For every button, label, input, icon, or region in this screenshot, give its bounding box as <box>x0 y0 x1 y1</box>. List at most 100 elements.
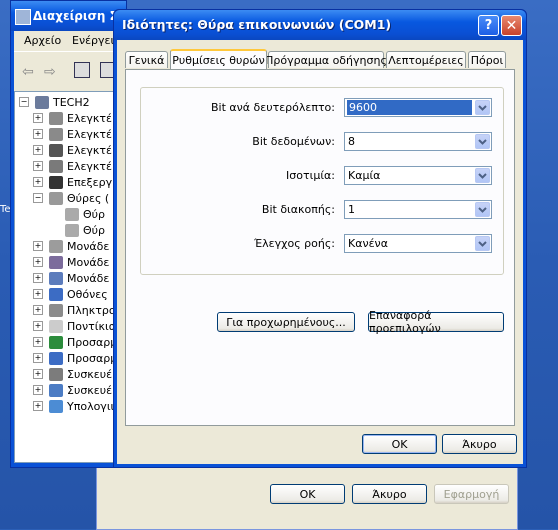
expand-icon[interactable]: + <box>33 353 43 363</box>
tab-details[interactable]: Λεπτομέρειες <box>386 51 466 68</box>
tab-port-settings[interactable]: Ρυθμίσεις θυρών <box>170 49 267 69</box>
device-manager-titlebar[interactable]: Διαχείριση Σ <box>11 1 126 31</box>
stop-bits-value: 1 <box>348 203 355 216</box>
forward-arrow-icon[interactable]: ⇨ <box>44 64 56 80</box>
tree-item-label: Υπολογιι <box>67 399 115 413</box>
back-arrow-icon[interactable]: ⇦ <box>22 64 34 80</box>
expand-icon[interactable]: + <box>33 305 43 315</box>
device-icon <box>35 95 49 109</box>
close-icon: ✕ <box>505 17 518 34</box>
tree-item[interactable]: + Ελεγκτέ <box>33 142 112 158</box>
device-icon <box>49 335 63 349</box>
expand-icon[interactable]: + <box>33 145 43 155</box>
data-bits-label: Bit δεδομένων: <box>252 135 335 148</box>
chevron-down-icon[interactable] <box>475 202 490 217</box>
device-icon <box>49 143 63 157</box>
computer-management-icon <box>15 9 31 25</box>
back-ok-button[interactable]: OK <box>270 484 345 504</box>
tree-item[interactable]: + Ελεγκτέ <box>33 110 112 126</box>
chevron-down-icon[interactable] <box>475 236 490 251</box>
expand-icon[interactable]: + <box>33 113 43 123</box>
tree-item[interactable]: Θύρ <box>51 222 105 238</box>
collapse-icon[interactable]: − <box>19 97 29 107</box>
device-icon <box>49 351 63 365</box>
device-icon <box>65 207 79 221</box>
device-icon <box>49 127 63 141</box>
tab-general[interactable]: Γενικά <box>125 51 168 68</box>
tree-item[interactable]: Θύρ <box>51 206 105 222</box>
flow-control-select[interactable]: Κανένα <box>344 234 492 253</box>
tree-item-label: Ελεγκτέ <box>67 127 112 141</box>
cancel-button[interactable]: Άκυρο <box>442 434 517 454</box>
tab-resources[interactable]: Πόροι <box>468 51 506 68</box>
bits-per-second-label: Bit ανά δευτερόλεπτο: <box>210 101 335 114</box>
flow-control-label: Έλεγχος ροής: <box>253 237 335 250</box>
expand-icon[interactable]: + <box>33 337 43 347</box>
device-icon <box>65 223 79 237</box>
console-tree-icon[interactable] <box>74 62 90 78</box>
device-icon <box>49 319 63 333</box>
tree-item[interactable]: + Μονάδε <box>33 238 109 254</box>
chevron-down-icon[interactable] <box>475 168 490 183</box>
desktop-icon-label[interactable]: Te <box>0 204 11 215</box>
close-button[interactable]: ✕ <box>501 15 522 36</box>
tree-item-label: TECH2 <box>53 95 90 109</box>
expand-icon[interactable]: + <box>33 369 43 379</box>
collapse-icon[interactable]: − <box>33 193 43 203</box>
expand-icon[interactable]: + <box>33 241 43 251</box>
expand-icon[interactable]: + <box>33 273 43 283</box>
chevron-down-icon[interactable] <box>475 134 490 149</box>
tree-item[interactable]: + Προσαρμ <box>33 334 117 350</box>
tree-item[interactable]: + Οθόνες <box>33 286 108 302</box>
tree-item-label: Πληκτρο <box>67 303 116 317</box>
tree-item[interactable]: + Συσκευέ <box>33 366 112 382</box>
expand-icon[interactable]: + <box>33 161 43 171</box>
menu-file[interactable]: Αρχείο <box>24 34 61 47</box>
tree-item-label: Προσαρμ <box>67 351 118 365</box>
tree-item-label: Συσκευέ <box>67 383 113 397</box>
tree-item[interactable]: + Συσκευέ <box>33 382 112 398</box>
tree-item[interactable]: + Μονάδε <box>33 254 109 270</box>
tree-item[interactable]: + Ποντίκια <box>33 318 116 334</box>
device-icon <box>49 367 63 381</box>
expand-icon[interactable]: + <box>33 401 43 411</box>
dialog-titlebar[interactable]: Ιδιότητες: Θύρα επικοινωνιών (COM1) ? ✕ <box>114 10 526 40</box>
back-cancel-button[interactable]: Άκυρο <box>352 484 427 504</box>
chevron-down-icon[interactable] <box>475 100 490 115</box>
expand-icon[interactable]: + <box>33 289 43 299</box>
restore-defaults-button[interactable]: Επαναφορά προεπιλογών <box>368 309 504 335</box>
port-properties-dialog: Ιδιότητες: Θύρα επικοινωνιών (COM1) ? ✕ … <box>113 9 527 468</box>
back-apply-button[interactable]: Εφαρμογή <box>434 484 509 504</box>
tree-item-label: Ποντίκια <box>67 319 116 333</box>
tree-item[interactable]: + Υπολογιι <box>33 398 114 414</box>
tree-item[interactable]: + Ελεγκτέ <box>33 126 112 142</box>
tree-item[interactable]: + Επεξεργ <box>33 174 112 190</box>
tree-item[interactable]: + Πληκτρο <box>33 302 116 318</box>
dialog-title: Ιδιότητες: Θύρα επικοινωνιών (COM1) <box>122 17 392 32</box>
parity-select[interactable]: Καμία <box>344 166 492 185</box>
tree-item[interactable]: − TECH2 <box>19 94 90 110</box>
expand-icon[interactable]: + <box>33 129 43 139</box>
help-button[interactable]: ? <box>478 15 499 36</box>
bits-per-second-select[interactable]: 9600 <box>344 98 492 117</box>
advanced-button[interactable]: Για προχωρημένους... <box>217 312 355 332</box>
stop-bits-select[interactable]: 1 <box>344 200 492 219</box>
expand-icon[interactable]: + <box>33 257 43 267</box>
ok-button[interactable]: OK <box>362 434 437 454</box>
device-icon <box>49 271 63 285</box>
settings-group: Bit ανά δευτερόλεπτο: 9600 Bit δεδομένων… <box>140 87 504 275</box>
expand-icon[interactable]: + <box>33 321 43 331</box>
tree-item-label: Ελεγκτέ <box>67 143 112 157</box>
tree-item[interactable]: + Μονάδε <box>33 270 109 286</box>
tree-item[interactable]: + Ελεγκτέ <box>33 158 112 174</box>
tree-item[interactable]: + Προσαρμ <box>33 350 117 366</box>
expand-icon[interactable]: + <box>33 385 43 395</box>
data-bits-select[interactable]: 8 <box>344 132 492 151</box>
device-icon <box>49 191 63 205</box>
tree-item-label: Μονάδε <box>67 255 110 269</box>
expand-icon[interactable]: + <box>33 177 43 187</box>
device-icon <box>49 399 63 413</box>
dialog-body: Γενικά Ρυθμίσεις θυρών Πρόγραμμα οδήγηση… <box>117 40 523 464</box>
tab-driver[interactable]: Πρόγραμμα οδήγησης <box>265 51 387 68</box>
tree-item[interactable]: − Θύρες ( <box>33 190 109 206</box>
